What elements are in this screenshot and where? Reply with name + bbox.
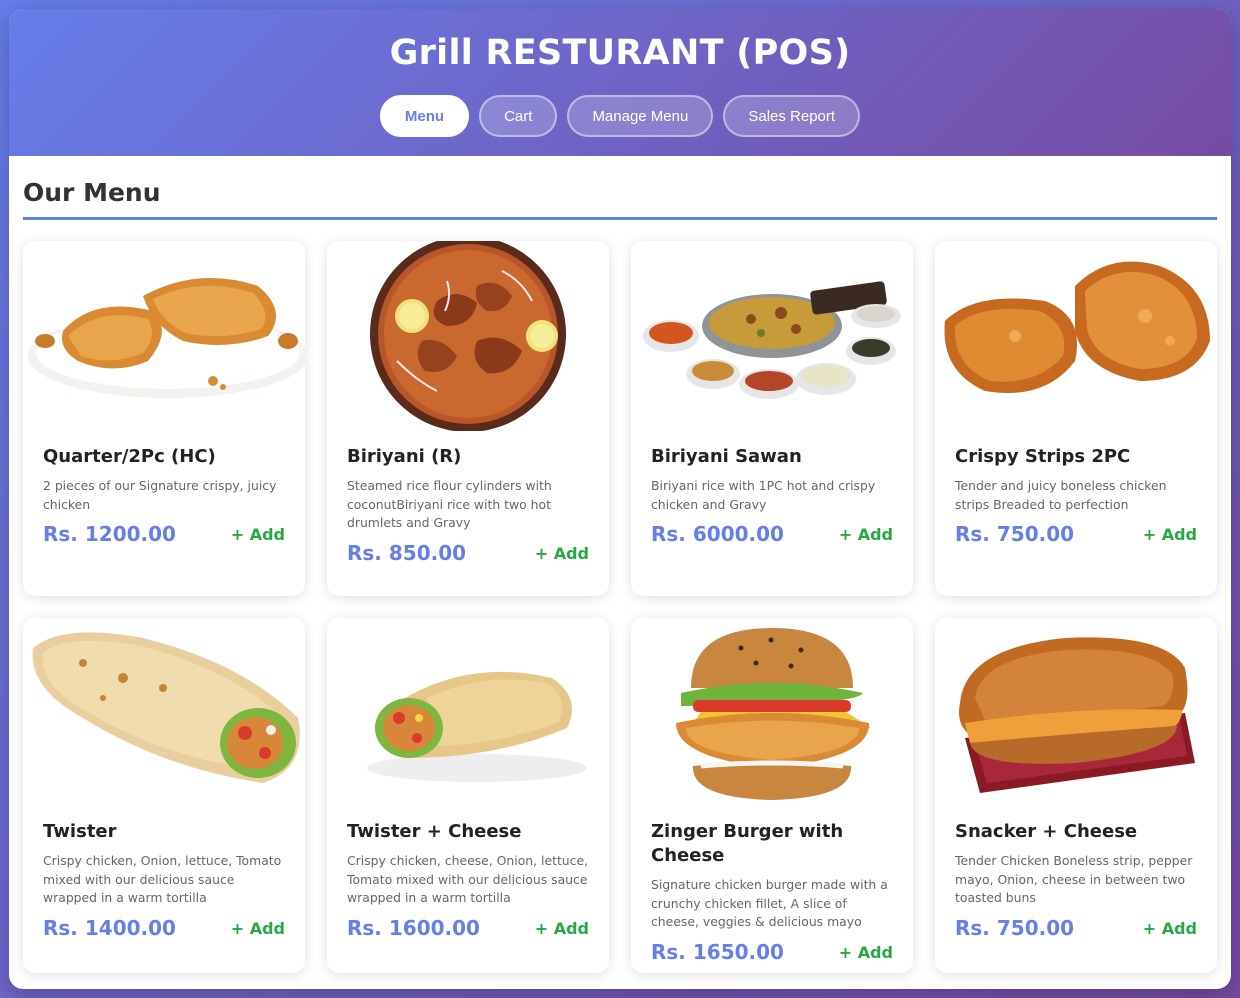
- main-nav: Menu Cart Manage Menu Sales Report: [9, 95, 1231, 137]
- biriyani-image-svg: [370, 241, 566, 431]
- item-price: Rs. 1200.00: [43, 522, 176, 546]
- biriyani-sawan-image-svg: [643, 281, 901, 399]
- fried-chicken-image: [23, 241, 305, 431]
- menu-card: Twister + Cheese Crispy chicken, cheese,…: [327, 618, 609, 973]
- item-price: Rs. 750.00: [955, 916, 1075, 940]
- add-to-cart-button[interactable]: + Add: [839, 525, 893, 544]
- twister-cheese-image-svg: [367, 671, 587, 782]
- item-price: Rs. 1400.00: [43, 916, 176, 940]
- add-to-cart-button[interactable]: + Add: [231, 525, 285, 544]
- nav-menu-button[interactable]: Menu: [379, 95, 470, 137]
- biriyani-sawan-image: [631, 241, 913, 431]
- menu-card: Biriyani (R) Steamed rice flour cylinder…: [327, 241, 609, 596]
- menu-card: Zinger Burger with Cheese Signature chic…: [631, 618, 913, 973]
- zinger-burger-image-svg: [676, 628, 871, 800]
- menu-card: Twister Crispy chicken, Onion, lettuce, …: [23, 618, 305, 973]
- add-to-cart-button[interactable]: + Add: [1143, 525, 1197, 544]
- item-name: Twister: [43, 821, 117, 842]
- header: Grill RESTURANT (POS) Menu Cart Manage M…: [9, 9, 1231, 156]
- item-name: Biriyani Sawan: [651, 446, 802, 467]
- add-to-cart-button[interactable]: + Add: [231, 919, 285, 938]
- fried-chicken-image-svg: [28, 278, 305, 398]
- item-price: Rs. 1600.00: [347, 916, 480, 940]
- add-to-cart-button[interactable]: + Add: [839, 943, 893, 962]
- item-name: Zinger Burger with Cheese: [651, 821, 844, 866]
- add-to-cart-button[interactable]: + Add: [1143, 919, 1197, 938]
- item-name: Biriyani (R): [347, 446, 462, 467]
- item-description: Tender Chicken Boneless strip, pepper ma…: [955, 853, 1193, 905]
- zinger-burger-image: [631, 618, 913, 808]
- item-description: Crispy chicken, cheese, Onion, lettuce, …: [347, 853, 589, 905]
- item-description: Crispy chicken, Onion, lettuce, Tomato m…: [43, 853, 282, 905]
- app-window: Grill RESTURANT (POS) Menu Cart Manage M…: [9, 9, 1231, 989]
- menu-card: Snacker + Cheese Tender Chicken Boneless…: [935, 618, 1217, 973]
- menu-grid: Quarter/2Pc (HC) 2 pieces of our Signatu…: [23, 241, 1217, 973]
- app-title: Grill RESTURANT (POS): [389, 33, 851, 73]
- menu-card: Biriyani Sawan Biriyani rice with 1PC ho…: [631, 241, 913, 596]
- item-price: Rs. 6000.00: [651, 522, 784, 546]
- menu-section: Our Menu Quarter/2Pc (HC) 2 pieces of ou…: [9, 156, 1231, 973]
- item-description: 2 pieces of our Signature crispy, juicy …: [43, 478, 277, 512]
- snacker-image: [935, 618, 1217, 808]
- item-price: Rs. 750.00: [955, 522, 1075, 546]
- item-description: Tender and juicy boneless chicken strips…: [955, 478, 1167, 512]
- snacker-image-svg: [959, 637, 1195, 793]
- item-price: Rs. 1650.00: [651, 940, 784, 964]
- menu-card: Crispy Strips 2PC Tender and juicy bonel…: [935, 241, 1217, 596]
- twister-image: [23, 618, 305, 808]
- nav-sales-report-button[interactable]: Sales Report: [723, 95, 861, 137]
- nav-manage-menu-button[interactable]: Manage Menu: [567, 95, 714, 137]
- item-name: Snacker + Cheese: [955, 821, 1138, 842]
- twister-cheese-image: [327, 618, 609, 808]
- add-to-cart-button[interactable]: + Add: [535, 919, 589, 938]
- item-name: Quarter/2Pc (HC): [43, 446, 216, 467]
- menu-card: Quarter/2Pc (HC) 2 pieces of our Signatu…: [23, 241, 305, 596]
- section-title: Our Menu: [23, 178, 1217, 220]
- item-price: Rs. 850.00: [347, 541, 467, 565]
- crispy-strips-image: [935, 241, 1217, 431]
- item-name: Twister + Cheese: [347, 821, 522, 842]
- item-description: Biriyani rice with 1PC hot and crispy ch…: [651, 478, 876, 512]
- crispy-strips-image-svg: [944, 261, 1210, 393]
- item-description: Signature chicken burger made with a cru…: [651, 877, 888, 929]
- add-to-cart-button[interactable]: + Add: [535, 544, 589, 563]
- item-description: Steamed rice flour cylinders with coconu…: [347, 478, 552, 530]
- biriyani-image: [327, 241, 609, 431]
- item-name: Crispy Strips 2PC: [955, 446, 1131, 467]
- twister-image-svg: [32, 632, 300, 783]
- nav-cart-button[interactable]: Cart: [479, 95, 558, 137]
